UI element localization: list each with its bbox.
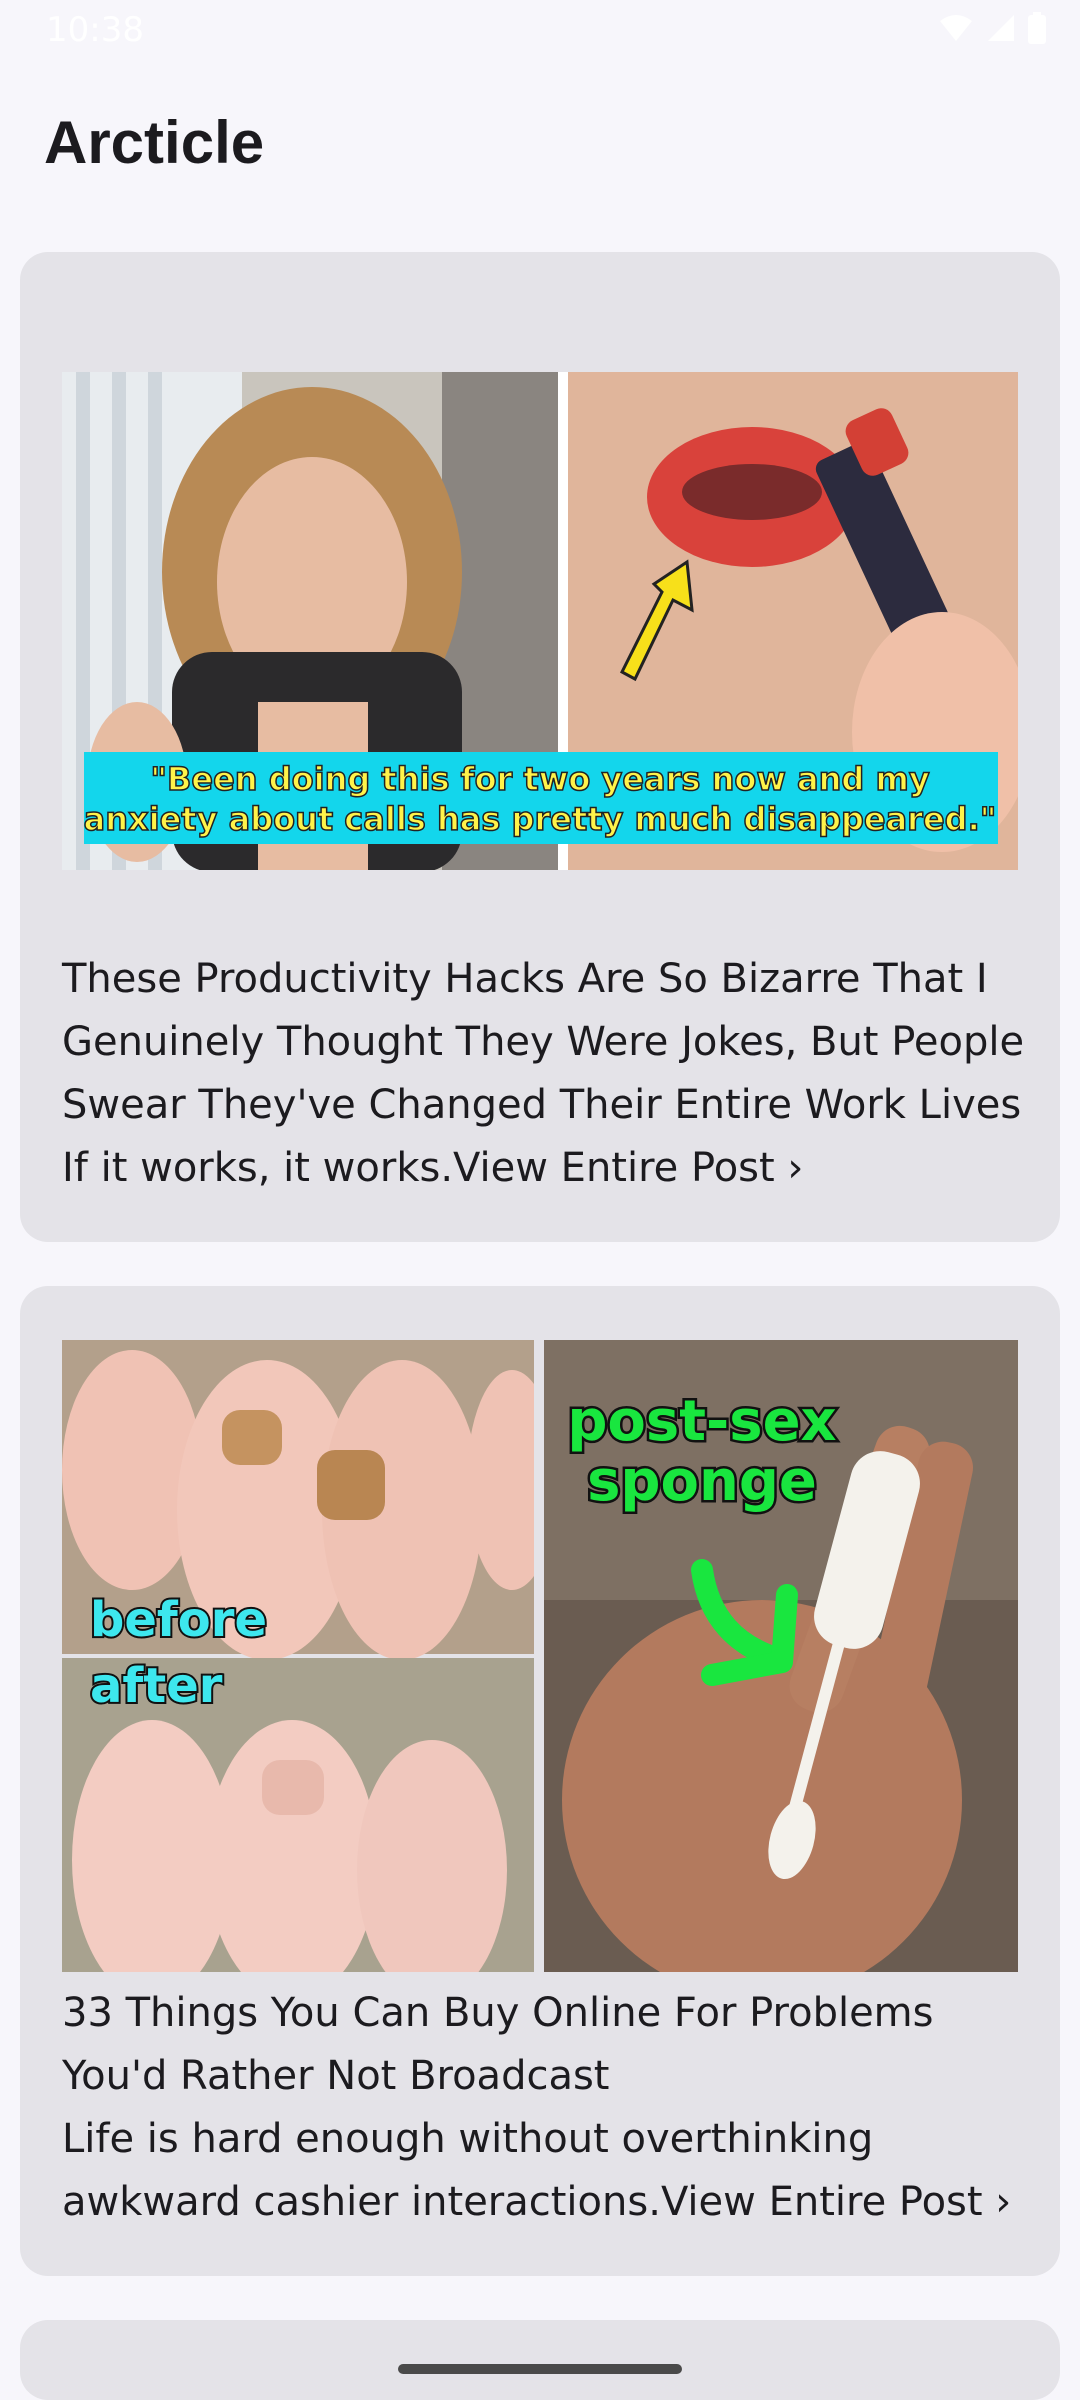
image-label-after: after	[90, 1658, 223, 1714]
article-title: These Productivity Hacks Are So Bizarre …	[62, 956, 1025, 1128]
home-indicator[interactable]	[398, 2364, 682, 2374]
article-description: If it works, it works.	[62, 1145, 454, 1191]
article-image[interactable]: "Been doing this for two years now and m…	[62, 372, 1018, 870]
article-card[interactable]: before after post-sex sponge 33 Things Y…	[20, 1286, 1060, 2276]
signal-icon	[988, 15, 1014, 41]
image-caption-line-2: anxiety about calls has pretty much disa…	[84, 800, 997, 838]
article-card[interactable]: "Been doing this for two years now and m…	[20, 252, 1060, 1242]
article-title: 33 Things You Can Buy Online For Problem…	[62, 1990, 934, 2099]
battery-icon	[1028, 12, 1046, 44]
image-label-before: before	[90, 1592, 267, 1648]
status-time: 10:38	[46, 10, 144, 50]
image-caption-line-1: "Been doing this for two years now and m…	[150, 760, 929, 798]
status-bar: 10:38	[0, 0, 1080, 60]
wifi-icon	[940, 15, 972, 41]
article-card[interactable]	[20, 2320, 1060, 2400]
image-label-post-sex: post-sex	[567, 1389, 836, 1454]
status-icons	[938, 12, 1046, 44]
page-title: Arcticle	[44, 109, 265, 176]
view-entire-post-link[interactable]: View Entire Post ›	[661, 2179, 1011, 2225]
view-entire-post-link[interactable]: View Entire Post ›	[453, 1145, 803, 1191]
article-text: 33 Things You Can Buy Online For Problem…	[62, 1982, 1032, 2234]
article-text: These Productivity Hacks Are So Bizarre …	[62, 948, 1032, 1200]
image-label-sponge: sponge	[587, 1449, 817, 1514]
article-image[interactable]: before after post-sex sponge	[62, 1340, 1018, 1972]
